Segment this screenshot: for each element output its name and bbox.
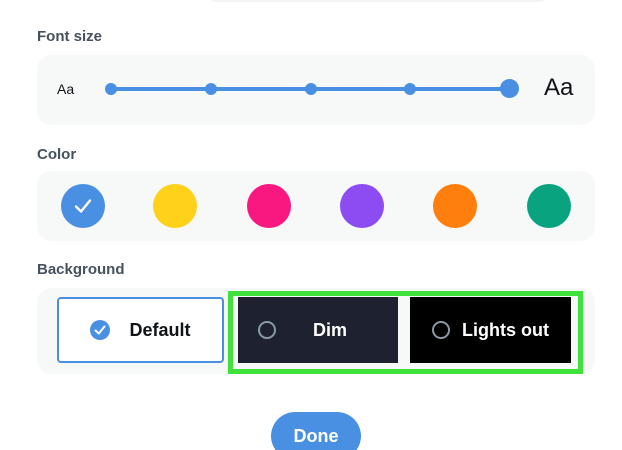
- font-size-step-1[interactable]: [105, 83, 117, 95]
- font-size-step-2[interactable]: [205, 83, 217, 95]
- font-size-large-sample: Aa: [544, 74, 574, 101]
- color-panel: [37, 171, 595, 241]
- background-heading: Background: [37, 261, 125, 278]
- done-button[interactable]: Done: [271, 412, 361, 450]
- background-option-dim-label: Dim: [312, 319, 347, 340]
- checkmark-icon: [94, 325, 106, 335]
- background-option-lights-out[interactable]: Lights out: [410, 297, 571, 363]
- radio-unchecked-icon: [258, 321, 276, 339]
- font-size-step-4[interactable]: [404, 83, 416, 95]
- font-size-step-3[interactable]: [305, 83, 317, 95]
- previous-card-edge: [205, 0, 550, 2]
- display-settings: Font size Aa Aa Color Background Default…: [0, 0, 622, 450]
- radio-unchecked-icon: [432, 321, 450, 339]
- background-option-default-label: Default: [129, 319, 191, 340]
- font-size-small-sample: Aa: [57, 81, 75, 97]
- font-size-heading: Font size: [37, 28, 103, 45]
- color-heading: Color: [37, 146, 77, 163]
- color-swatch-pink[interactable]: [247, 184, 291, 228]
- color-swatch-green[interactable]: [527, 184, 571, 228]
- color-swatch-orange[interactable]: [433, 184, 477, 228]
- checkmark-icon: [74, 199, 92, 213]
- font-size-panel: Aa Aa: [37, 55, 595, 125]
- background-option-dim[interactable]: Dim: [238, 297, 398, 363]
- color-swatch-blue[interactable]: [61, 184, 105, 228]
- background-option-lights-out-label: Lights out: [462, 319, 549, 340]
- background-panel: Default Dim Lights out: [37, 288, 595, 374]
- color-swatch-purple[interactable]: [340, 184, 384, 228]
- radio-checked-icon: [90, 320, 111, 340]
- background-option-default[interactable]: Default: [57, 297, 224, 363]
- font-size-slider-thumb[interactable]: [500, 79, 519, 98]
- color-swatch-yellow[interactable]: [153, 184, 197, 228]
